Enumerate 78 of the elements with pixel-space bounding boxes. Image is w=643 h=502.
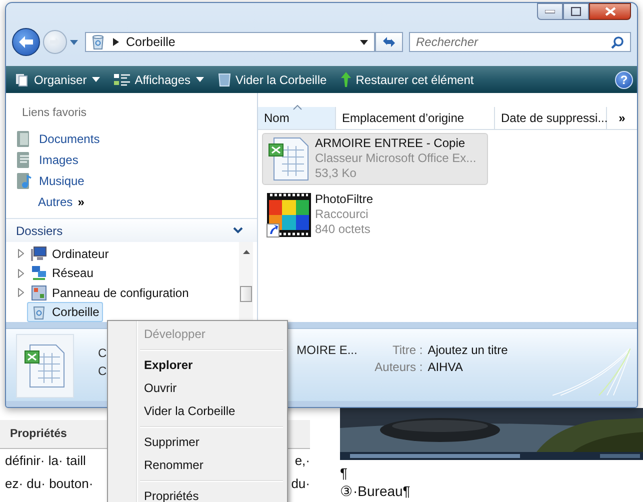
network-icon: [31, 265, 47, 282]
file-item[interactable]: PhotoFiltre Raccourci 840 octets: [262, 189, 488, 241]
file-size: 840 octets: [315, 222, 372, 237]
search-placeholder: Rechercher: [416, 35, 478, 49]
file-item[interactable]: ARMOIRE ENTREE - Copie Classeur Microsoft Office Ex... 53,3 Ko: [262, 133, 488, 185]
maximize-button[interactable]: [563, 3, 589, 20]
shortcut-icon: [266, 192, 312, 238]
property-value[interactable]: AIHVA: [428, 360, 508, 374]
scroll-up-icon: [242, 250, 250, 254]
search-icon[interactable]: [611, 36, 624, 48]
folders-header[interactable]: Dossiers: [6, 218, 257, 242]
minimize-icon: [545, 10, 555, 14]
recycle-bin-icon: [31, 304, 47, 320]
toolbar-button[interactable]: Vider la Corbeille: [212, 66, 332, 93]
close-button[interactable]: [589, 3, 631, 20]
up-arrow-icon: [340, 72, 351, 87]
refresh-icon: [381, 36, 397, 48]
bin-icon: [218, 72, 231, 87]
address-field[interactable]: Corbeille: [85, 32, 375, 52]
menu-item[interactable]: Explorer: [110, 354, 213, 377]
expand-arrow-icon[interactable]: [18, 288, 24, 298]
file-name: PhotoFiltre: [315, 192, 374, 207]
maximize-icon: [571, 7, 581, 16]
pages-icon: [15, 72, 29, 86]
search-field[interactable]: Rechercher: [409, 32, 631, 52]
toolbar-button[interactable]: Restaurer cet élément: [336, 66, 479, 93]
music-icon: [16, 172, 32, 190]
document-text: ③·Bureau¶: [340, 482, 412, 500]
toolbar-button[interactable]: Organiser: [10, 66, 105, 93]
menu-item[interactable]: Ouvrir: [110, 377, 197, 400]
folder-tree-item[interactable]: Panneau de configuration: [27, 282, 193, 303]
minimize-button[interactable]: [537, 3, 563, 20]
favorite-link[interactable]: Documents: [16, 128, 100, 150]
chevron-down-icon: [233, 227, 243, 234]
details-text: C: [98, 345, 107, 362]
document-text: e,·: [294, 452, 310, 470]
breadcrumb-arrow-icon: [113, 38, 119, 46]
menu-item[interactable]: Renommer: [110, 454, 224, 477]
document-text: définir· la· taill: [5, 452, 86, 470]
details-file-name: MOIRE E...: [296, 343, 358, 357]
history-dropdown-icon[interactable]: [70, 40, 78, 44]
menu-item[interactable]: Vider la Corbeille: [110, 400, 256, 423]
expand-arrow-icon[interactable]: [18, 268, 24, 278]
favorite-link[interactable]: Musique: [16, 170, 84, 192]
back-button[interactable]: [12, 28, 40, 56]
column-header[interactable]: Nom: [258, 107, 336, 129]
more-links-link[interactable]: Autres »: [16, 191, 84, 212]
file-type: Classeur Microsoft Office Ex...: [315, 151, 476, 166]
property-value[interactable]: Ajoutez un titre: [428, 343, 508, 357]
recycle-bin-icon: [90, 34, 106, 50]
expand-arrow-icon[interactable]: [18, 249, 24, 258]
folder-tree-item[interactable]: Corbeille: [27, 302, 104, 322]
close-icon: [604, 7, 616, 16]
document-text: du·: [291, 475, 310, 493]
favorite-link[interactable]: Images: [16, 149, 78, 170]
folder-tree-item[interactable]: Ordinateur: [27, 244, 113, 264]
details-text: C: [98, 363, 107, 380]
documents-icon: [16, 130, 32, 148]
toolbar-button[interactable]: Affichages: [108, 66, 209, 93]
refresh-button[interactable]: [375, 32, 403, 52]
computer-icon: [31, 246, 47, 262]
document-text: ez· du· bouton·: [5, 475, 94, 493]
control-panel-icon: [31, 284, 47, 301]
images-icon: [16, 150, 32, 169]
views-icon: [114, 72, 130, 86]
back-arrow-icon: [18, 35, 34, 49]
address-text: Corbeille: [126, 35, 176, 49]
folder-tree-item[interactable]: Réseau: [27, 263, 98, 284]
property-label: Titre :: [391, 343, 423, 357]
scrollbar[interactable]: [239, 242, 253, 322]
document-text: ¶: [340, 464, 349, 482]
file-type: Raccourci: [315, 207, 370, 222]
property-label: Auteurs :: [374, 360, 423, 374]
file-size: 53,3 Ko: [315, 166, 358, 181]
section-title: Liens favoris: [21, 106, 88, 121]
file-name: ARMOIRE ENTREE - Copie: [315, 136, 466, 151]
scrollbar-thumb[interactable]: [240, 286, 252, 302]
dropdown-caret-icon[interactable]: [360, 40, 368, 44]
